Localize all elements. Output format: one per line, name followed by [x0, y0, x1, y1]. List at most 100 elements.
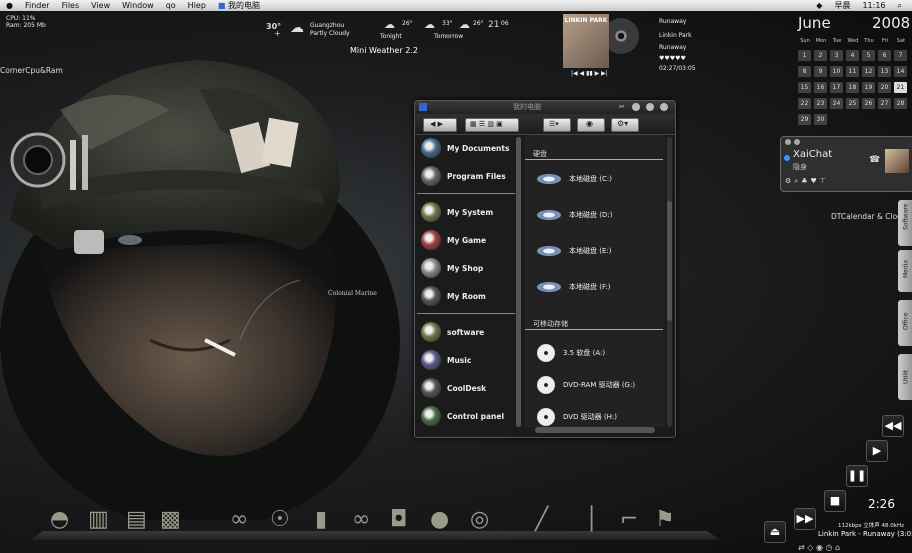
- play-button[interactable]: ▶: [866, 440, 888, 462]
- explorer-window[interactable]: 我的电脑 ✂ ◀ ▶ ▦ ☰ ▥ ▣ ☰▾ ◉ ⚙▾ My Documents P…: [414, 100, 676, 438]
- song-rating[interactable]: ♥♥♥♥♥: [659, 55, 686, 62]
- active-window-title[interactable]: ■ 我的电脑: [212, 0, 266, 11]
- calendar-day[interactable]: 23: [814, 98, 827, 109]
- drive-item[interactable]: 本地磁盘 (F:): [537, 279, 611, 295]
- chat-toolbar-icons[interactable]: ⚙⌕♣♥⊤: [785, 177, 829, 186]
- calendar-day[interactable]: 20: [878, 82, 891, 93]
- calendar-day[interactable]: 29: [798, 114, 811, 125]
- tab-software[interactable]: Software: [898, 200, 912, 246]
- drive-item[interactable]: 本地磁盘 (C:): [537, 171, 612, 187]
- sidebar-scrollbar[interactable]: [516, 137, 521, 427]
- calendar-day[interactable]: 24: [830, 98, 843, 109]
- cuffs-icon[interactable]: ∞: [352, 507, 370, 532]
- calendar-day[interactable]: 17: [830, 82, 843, 93]
- menu-window[interactable]: Window: [116, 0, 160, 11]
- calendar-day[interactable]: 30: [814, 114, 827, 125]
- arrange-button[interactable]: ☰▾: [543, 118, 571, 132]
- calendar-day[interactable]: 15: [798, 82, 811, 93]
- eye-icon[interactable]: ◉: [577, 118, 605, 132]
- calendar-day[interactable]: 21: [894, 82, 907, 93]
- fast-forward-button[interactable]: ▶▶: [794, 508, 816, 530]
- removable-drive-item[interactable]: DVD 驱动器 (H:): [537, 408, 617, 426]
- gasmask-icon[interactable]: ☉: [270, 507, 290, 532]
- window-titlebar[interactable]: 我的电脑 ✂: [415, 101, 675, 114]
- weather-widget[interactable]: 30° + ☁ Guangzhou Partly Cloudy ☁ 26° To…: [262, 14, 512, 60]
- sidebar-item-control-panel[interactable]: Control panel: [421, 403, 515, 429]
- bayonet-icon[interactable]: │: [585, 507, 598, 532]
- view-mode-buttons[interactable]: ▦ ☰ ▥ ▣: [465, 118, 519, 132]
- menubar-clock[interactable]: 11:16: [856, 0, 891, 11]
- calendar-day[interactable]: 4: [846, 50, 859, 61]
- vest-icon[interactable]: ▥: [88, 507, 109, 532]
- removable-drive-item[interactable]: DVD-RAM 驱动器 (G:): [537, 376, 635, 394]
- player-controls[interactable]: |◀ ◀ ▮▮ ▶ ▶|: [571, 70, 608, 77]
- calendar-day[interactable]: 16: [814, 82, 827, 93]
- canteen-icon[interactable]: ▮: [315, 507, 327, 532]
- pause-button[interactable]: ❚❚: [846, 465, 868, 487]
- radio-icon[interactable]: ◘: [390, 507, 407, 532]
- calendar-day[interactable]: 6: [878, 50, 891, 61]
- gear-icon[interactable]: ⚙▾: [611, 118, 639, 132]
- calendar-day[interactable]: 13: [878, 66, 891, 77]
- pin-icon[interactable]: ✂: [619, 103, 625, 111]
- language-icon[interactable]: ◆: [810, 0, 828, 11]
- binoculars-icon[interactable]: ∞: [230, 507, 248, 532]
- helmet-icon[interactable]: ◓: [50, 507, 69, 532]
- tray-icons[interactable]: ⇄ ◇ ◉ ◷ ⌂: [798, 543, 840, 552]
- phone-icon[interactable]: ☎: [869, 155, 880, 165]
- calendar-day[interactable]: 28: [894, 98, 907, 109]
- calendar-day[interactable]: 14: [894, 66, 907, 77]
- main-scrollbar-thumb[interactable]: [667, 201, 672, 321]
- chat-minimize-button[interactable]: [794, 139, 800, 145]
- tab-utility[interactable]: Utilit: [898, 354, 912, 400]
- calendar-day[interactable]: 12: [862, 66, 875, 77]
- sidebar-item-cooldesk[interactable]: CoolDesk: [421, 375, 515, 401]
- apple-icon[interactable]: ●: [0, 0, 19, 11]
- sidebar-item-my-shop[interactable]: My Shop: [421, 255, 515, 281]
- close-button[interactable]: [660, 103, 668, 111]
- sidebar-item-program-files[interactable]: Program Files: [421, 163, 515, 189]
- calendar-day[interactable]: 5: [862, 50, 875, 61]
- menu-view[interactable]: View: [85, 0, 116, 11]
- horizontal-scrollbar[interactable]: [535, 427, 655, 433]
- spotlight-icon[interactable]: ⌕: [892, 0, 908, 11]
- calendar-day[interactable]: 7: [894, 50, 907, 61]
- calendar-day[interactable]: 26: [862, 98, 875, 109]
- calendar-day[interactable]: 1: [798, 50, 811, 61]
- sidebar-item-software[interactable]: software: [421, 319, 515, 345]
- sidebar-item-my-room[interactable]: My Room: [421, 283, 515, 309]
- menu-files[interactable]: Files: [56, 0, 86, 11]
- calendar-day[interactable]: 10: [830, 66, 843, 77]
- eject-button[interactable]: ⏏: [764, 521, 786, 543]
- calendar-day[interactable]: 2: [814, 50, 827, 61]
- backpack-icon[interactable]: ▩: [160, 507, 181, 532]
- passport-icon[interactable]: ▤: [126, 507, 147, 532]
- menu-finder[interactable]: Finder: [19, 0, 56, 11]
- sidebar-item-my-system[interactable]: My System: [421, 199, 515, 225]
- tab-media[interactable]: Media: [898, 250, 912, 292]
- maximize-button[interactable]: [646, 103, 654, 111]
- calendar-day[interactable]: 19: [862, 82, 875, 93]
- music-widget[interactable]: LINKIN PARK |◀ ◀ ▮▮ ▶ ▶| Runaway Linkin …: [563, 14, 713, 77]
- calendar-day[interactable]: 3: [830, 50, 843, 61]
- drive-item[interactable]: 本地磁盘 (E:): [537, 243, 611, 259]
- calendar-day[interactable]: 9: [814, 66, 827, 77]
- rewind-button[interactable]: ◀◀: [882, 415, 904, 437]
- calendar-day[interactable]: 18: [846, 82, 859, 93]
- calendar-day[interactable]: 8: [798, 66, 811, 77]
- grenade-icon[interactable]: ●: [430, 507, 449, 532]
- stop-button[interactable]: ■: [824, 490, 846, 512]
- chat-widget[interactable]: XaiChat 隐身 ☎ ⚙⌕♣♥⊤: [780, 136, 912, 192]
- menu-qo[interactable]: qo: [160, 0, 182, 11]
- sidebar-item-music[interactable]: Music: [421, 347, 515, 373]
- tab-office[interactable]: Office: [898, 300, 912, 346]
- removable-drive-item[interactable]: 3.5 软盘 (A:): [537, 344, 605, 362]
- calendar-day[interactable]: 11: [846, 66, 859, 77]
- calendar-day[interactable]: 25: [846, 98, 859, 109]
- menu-help[interactable]: Hlep: [182, 0, 212, 11]
- flag-icon[interactable]: ⚑: [655, 507, 675, 532]
- calendar-day[interactable]: 27: [878, 98, 891, 109]
- sidebar-item-my-documents[interactable]: My Documents: [421, 135, 515, 161]
- minimize-button[interactable]: [632, 103, 640, 111]
- album-cover[interactable]: LINKIN PARK: [563, 14, 609, 68]
